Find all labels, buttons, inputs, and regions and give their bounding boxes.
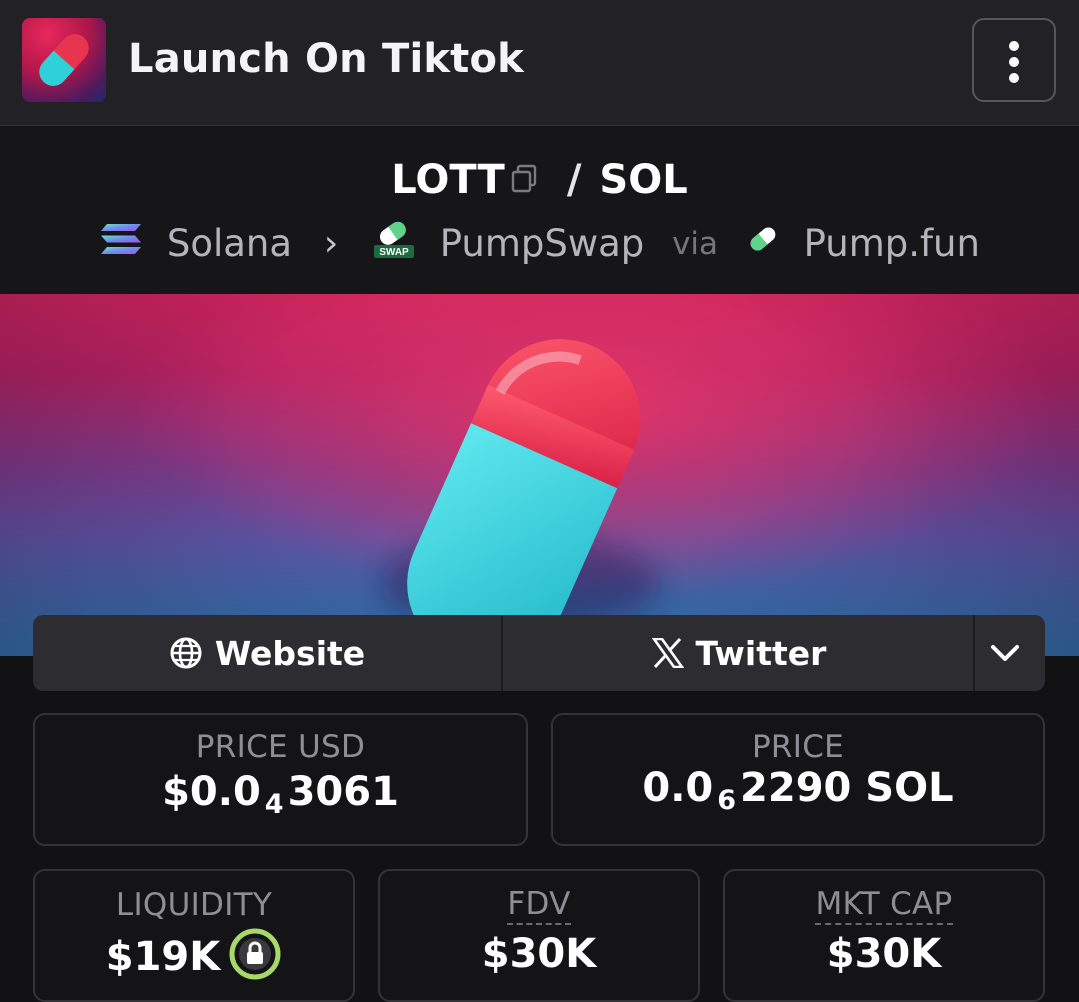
app-logo[interactable] [22,18,106,102]
price-usd-value: $0.0 4 3061 [162,769,399,820]
pumpswap-badge: SWAP [379,247,409,258]
chevron-down-icon [991,645,1019,661]
copy-icon[interactable] [509,157,539,203]
dex-link[interactable]: PumpSwap [440,222,645,265]
pair-title: LOTT / SOL [0,155,1079,203]
more-links-button[interactable] [977,615,1045,691]
base-token: LOTT [391,157,505,203]
mkt-cap-value: $30K [826,931,942,978]
solana-icon [99,222,143,265]
pair-info: LOTT / SOL Solana › SWAP PumpSwap via Pump… [0,127,1079,294]
app-title: Launch On Tiktok [128,36,524,82]
social-links: Website Twitter [33,615,1045,691]
fdv-label[interactable]: FDV [507,887,571,926]
liquidity-label: LIQUIDITY [115,887,273,923]
price-usd-label: PRICE USD [195,729,366,765]
pumpfun-pill-icon [746,222,780,265]
breadcrumb: Solana › SWAP PumpSwap via Pump.fun [0,219,1079,268]
liquidity-card: LIQUIDITY $19K [33,869,355,1002]
pill-image [380,339,660,656]
mkt-cap-card: MKT CAP $30K [723,869,1045,1002]
menu-button[interactable] [972,18,1056,102]
twitter-button[interactable]: Twitter [505,615,975,691]
quote-token: SOL [599,157,688,203]
launchpad-link[interactable]: Pump.fun [804,222,980,265]
mkt-cap-label[interactable]: MKT CAP [815,887,953,926]
price-native-value: 0.0 6 2290 SOL [642,765,954,816]
twitter-label: Twitter [695,633,827,673]
price-native-label: PRICE [751,729,845,765]
price-native-card: PRICE 0.0 6 2290 SOL [551,713,1045,846]
fdv-value: $30K [481,931,597,978]
chevron-right-icon: › [323,223,339,264]
token-banner [0,294,1079,656]
website-button[interactable]: Website [33,615,503,691]
fdv-card: FDV $30K [378,869,700,1002]
lock-icon[interactable] [228,927,282,991]
via-label: via [672,225,719,262]
globe-icon [170,637,202,669]
price-usd-card: PRICE USD $0.0 4 3061 [33,713,528,846]
liquidity-value: $19K [35,927,353,991]
app-header: Launch On Tiktok [0,0,1079,126]
x-logo-icon [651,638,684,668]
pumpswap-icon: SWAP [372,219,416,268]
chain-link[interactable]: Solana [167,222,292,265]
website-label: Website [214,633,366,673]
pair-separator: / [566,157,582,203]
